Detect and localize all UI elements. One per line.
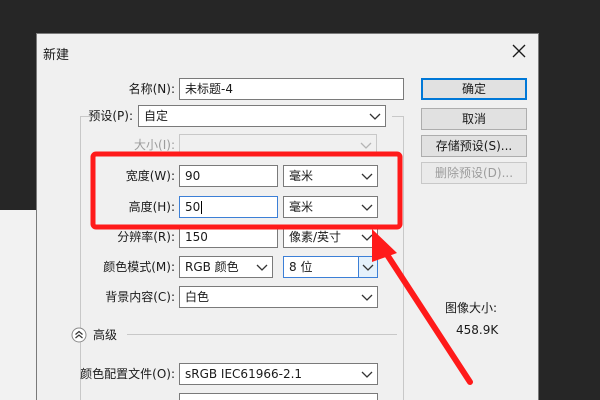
- background-canvas: [0, 210, 40, 400]
- preset-select[interactable]: 自定: [138, 105, 386, 127]
- color-mode-select[interactable]: RGB 颜色: [179, 256, 273, 278]
- chevron-down-icon: [360, 142, 372, 149]
- chevron-down-icon: [369, 113, 381, 120]
- color-mode-value: RGB 颜色: [185, 260, 239, 274]
- cancel-button[interactable]: 取消: [421, 108, 527, 130]
- collapse-advanced-icon[interactable]: [71, 327, 87, 343]
- height-unit-value: 毫米: [289, 200, 314, 214]
- name-label: 名称(N):: [128, 82, 175, 96]
- image-size-label: 图像大小:: [445, 301, 498, 315]
- advanced-label: 高级: [93, 328, 118, 342]
- group-frame-top-left: [80, 116, 92, 117]
- height-unit-select[interactable]: 毫米: [283, 196, 378, 218]
- size-select: [179, 134, 377, 156]
- chevron-down-icon: [362, 264, 374, 271]
- advanced-divider: [127, 334, 397, 335]
- resolution-label: 分辨率(R):: [117, 230, 175, 244]
- color-mode-label: 颜色模式(M):: [103, 260, 175, 274]
- name-input[interactable]: 未标题-4: [179, 78, 404, 100]
- chevron-down-icon: [361, 173, 373, 180]
- resolution-unit-value: 像素/英寸: [289, 230, 342, 244]
- size-label: 大小(I):: [134, 138, 175, 152]
- color-profile-value: sRGB IEC61966-2.1: [185, 367, 303, 381]
- width-label: 宽度(W):: [125, 169, 175, 183]
- image-size-value: 458.9K: [456, 323, 499, 337]
- group-frame-right: [403, 116, 404, 400]
- chevron-down-icon: [361, 294, 373, 301]
- bit-depth-select[interactable]: 8 位: [283, 256, 378, 278]
- ok-button[interactable]: 确定: [421, 78, 527, 100]
- height-value: 50: [185, 200, 201, 214]
- text-cursor: [201, 201, 203, 214]
- width-input[interactable]: 90: [179, 165, 278, 187]
- chevron-down-icon: [256, 264, 268, 271]
- save-preset-button[interactable]: 存储预设(S)...: [421, 135, 527, 157]
- bit-depth-dropdown-button[interactable]: [358, 256, 378, 278]
- background-select[interactable]: 白色: [179, 286, 378, 308]
- dialog-title: 新建: [43, 48, 70, 63]
- resolution-input[interactable]: 150: [179, 226, 278, 248]
- delete-preset-button: 删除预设(D)...: [421, 162, 527, 184]
- resolution-unit-select[interactable]: 像素/英寸: [283, 226, 378, 248]
- height-label: 高度(H):: [128, 200, 175, 214]
- width-unit-value: 毫米: [289, 169, 314, 183]
- width-unit-select[interactable]: 毫米: [283, 165, 378, 187]
- color-profile-select[interactable]: sRGB IEC61966-2.1: [179, 363, 378, 385]
- height-input[interactable]: 50: [179, 196, 278, 218]
- preset-label: 预设(P):: [88, 109, 133, 123]
- chevron-down-icon: [361, 234, 373, 241]
- preset-value: 自定: [144, 109, 169, 123]
- chevron-down-icon: [361, 204, 373, 211]
- chevron-down-icon: [361, 371, 373, 378]
- pixel-aspect-select[interactable]: [179, 393, 378, 400]
- background-label: 背景内容(C):: [105, 290, 175, 304]
- background-value: 白色: [185, 290, 210, 304]
- close-icon[interactable]: [511, 43, 527, 59]
- bit-depth-value: 8 位: [289, 260, 313, 274]
- color-profile-label: 颜色配置文件(O):: [80, 367, 175, 381]
- new-document-dialog: 新建 名称(N): 未标题-4 预设(P): 自定 大小(I): 宽度(W): …: [36, 33, 539, 400]
